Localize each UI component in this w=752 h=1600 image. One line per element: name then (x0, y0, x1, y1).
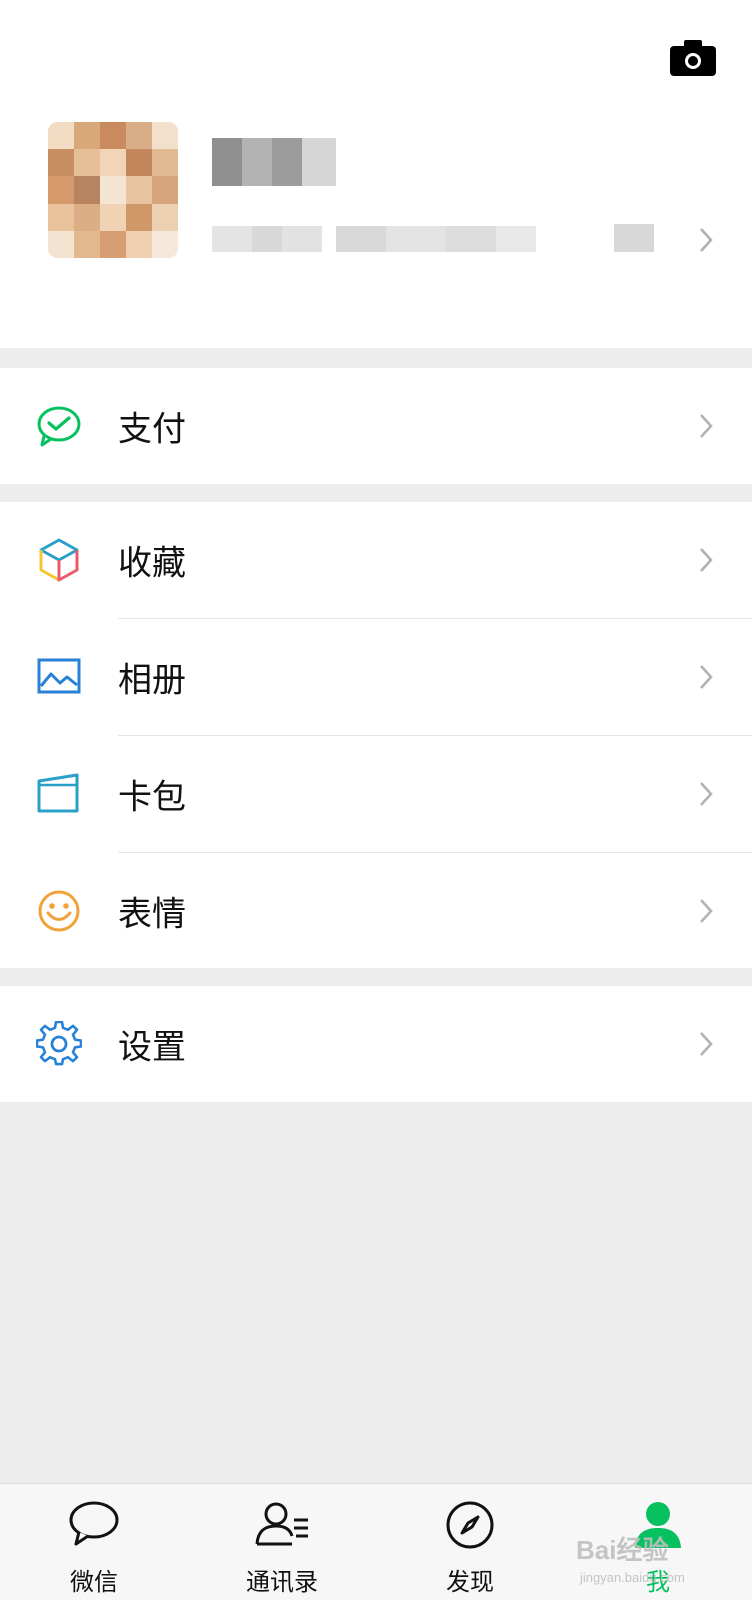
tab-label: 微信 (70, 1568, 118, 1596)
tab-discover[interactable]: 发现 (376, 1484, 564, 1600)
camera-icon[interactable] (670, 38, 716, 76)
menu-item-stickers[interactable]: 表情 (0, 853, 752, 969)
baidu-jingyan-watermark: Bai经验 jingyan.baidu.com (576, 1530, 726, 1594)
pay-group: 支付 (0, 368, 752, 484)
chat-bubble-icon (69, 1501, 119, 1546)
album-icon (37, 658, 81, 694)
menu-item-album[interactable]: 相册 (0, 619, 752, 735)
chevron-right-icon (700, 228, 713, 252)
tab-chats[interactable]: 微信 (0, 1484, 188, 1600)
avatar[interactable] (48, 122, 178, 258)
favorites-cube-icon (39, 538, 79, 582)
chevron-right-icon (700, 548, 713, 572)
menu-item-pay[interactable]: 支付 (0, 368, 752, 484)
content-group: 收藏 相册 卡包 表情 (0, 502, 752, 968)
wechat-id-redacted (212, 224, 536, 254)
profile-header[interactable] (0, 0, 752, 348)
tab-contacts[interactable]: 通讯录 (188, 1484, 376, 1600)
tab-label: 发现 (446, 1568, 494, 1596)
nickname-redacted (212, 138, 336, 186)
chevron-right-icon (700, 899, 713, 923)
pay-icon (37, 406, 81, 447)
menu-item-settings[interactable]: 设置 (0, 986, 752, 1102)
menu-item-cards[interactable]: 卡包 (0, 736, 752, 852)
settings-group: 设置 (0, 986, 752, 1102)
gear-icon (36, 1021, 82, 1066)
watermark-brand: Bai经验 (576, 1535, 669, 1565)
chevron-right-icon (700, 414, 713, 438)
card-wallet-icon (37, 773, 79, 813)
chevron-right-icon (700, 782, 713, 806)
menu-item-label: 相册 (118, 660, 186, 701)
watermark-url: jingyan.baidu.com (580, 1570, 685, 1585)
menu-item-favorites[interactable]: 收藏 (0, 502, 752, 618)
contacts-icon (255, 1502, 308, 1546)
chevron-right-icon (700, 665, 713, 689)
compass-icon (446, 1501, 494, 1549)
menu-item-label: 设置 (118, 1027, 186, 1068)
chevron-right-icon (700, 1032, 713, 1056)
menu-item-label: 表情 (118, 894, 186, 935)
smiley-face-icon (38, 890, 80, 932)
menu-item-label: 支付 (118, 409, 186, 450)
qr-code-icon[interactable] (614, 224, 654, 252)
menu-item-label: 卡包 (118, 777, 186, 818)
menu-item-label: 收藏 (118, 543, 186, 584)
tab-label: 通讯录 (246, 1568, 318, 1596)
